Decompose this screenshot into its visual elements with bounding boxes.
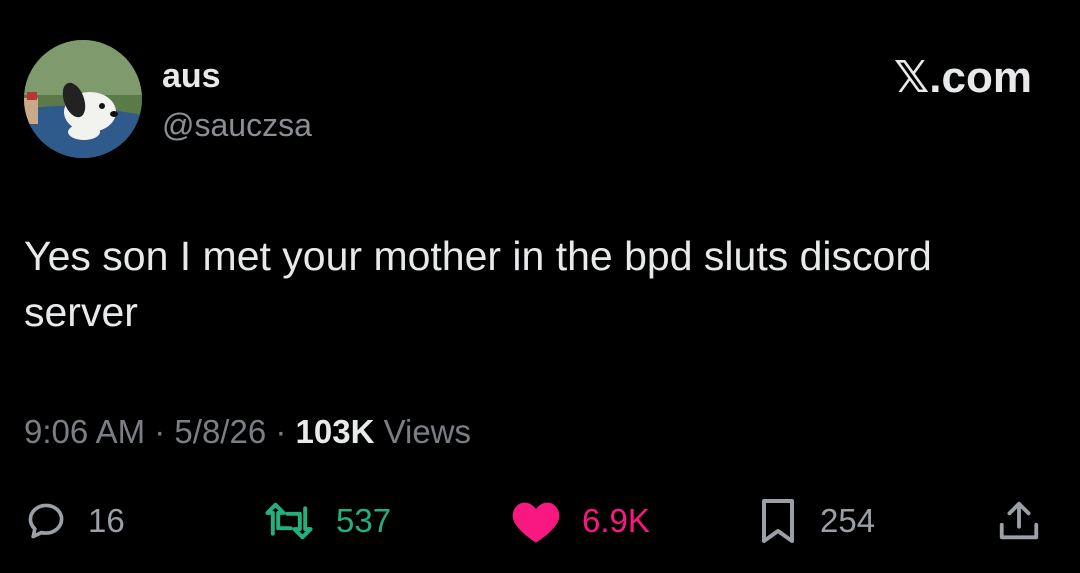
display-name[interactable]: aus: [162, 56, 221, 96]
share-icon: [999, 501, 1039, 540]
retweet-count: 537: [336, 502, 392, 539]
avatar-image: [24, 40, 142, 158]
like-icon: [512, 502, 560, 543]
like-button[interactable]: 6.9K: [510, 496, 650, 546]
reply-count: 16: [88, 502, 125, 539]
avatar[interactable]: [24, 40, 142, 158]
tweet-text: Yes son I met your mother in the bpd slu…: [24, 233, 932, 335]
retweet-icon: [265, 502, 313, 540]
brand-logo: 𝕏.com: [893, 53, 1032, 102]
views-count: 103K: [295, 413, 375, 450]
tweet-meta: 9:06 AM · 5/8/26 · 103K Views: [24, 412, 471, 452]
tweet-time[interactable]: 9:06 AM: [24, 413, 145, 450]
views-label: Views: [383, 413, 472, 450]
retweet-button[interactable]: 537: [262, 496, 391, 546]
meta-separator: ·: [154, 413, 166, 450]
action-bar: 16 537 6.9K 254: [0, 496, 1080, 546]
share-button[interactable]: [996, 496, 1042, 546]
like-count: 6.9K: [582, 502, 650, 539]
reply-icon: [28, 503, 64, 539]
user-handle[interactable]: @sauczsa: [162, 106, 312, 144]
bookmark-count: 254: [820, 502, 876, 539]
meta-separator: ·: [275, 413, 287, 450]
bookmark-button[interactable]: 254: [756, 496, 875, 546]
bookmark-icon: [762, 499, 794, 543]
tweet-date[interactable]: 5/8/26: [174, 413, 266, 450]
reply-button[interactable]: 16: [24, 496, 125, 546]
